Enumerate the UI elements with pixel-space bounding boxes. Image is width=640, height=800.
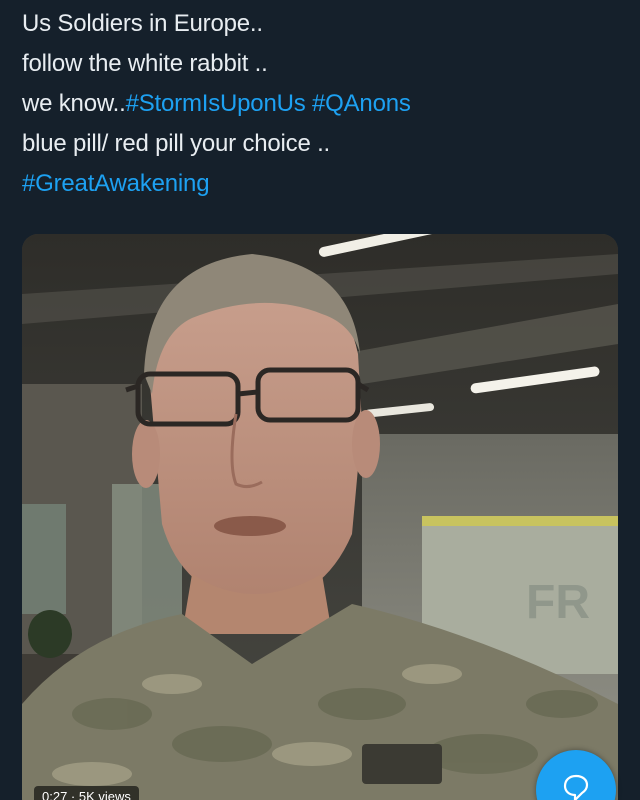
video-player[interactable]: FR 0:27 · 5K views [22,234,618,800]
hashtag-link[interactable]: #QAnons [312,90,411,117]
tweet-line: follow the white rabbit .. [22,50,268,77]
tweet-text: Us Soldiers in Europe.. follow the white… [22,4,622,204]
video-duration-badge: 0:27 · 5K views [34,786,139,800]
tweet-line: Us Soldiers in Europe.. [22,10,263,37]
hashtag-link[interactable]: #StormIsUponUs [126,90,306,117]
wall-sign-text: FR [526,576,590,629]
tweet-line: #GreatAwakening [22,164,622,204]
hashtag-link[interactable]: #GreatAwakening [22,170,210,197]
tweet-line: we know..#StormIsUponUs #QAnons [22,90,411,117]
tweet-detail-screen: Us Soldiers in Europe.. follow the white… [0,0,640,800]
tweet-line: blue pill/ red pill your choice .. [22,130,331,157]
video-frame: FR [22,234,618,800]
compose-reply-icon [563,774,589,800]
